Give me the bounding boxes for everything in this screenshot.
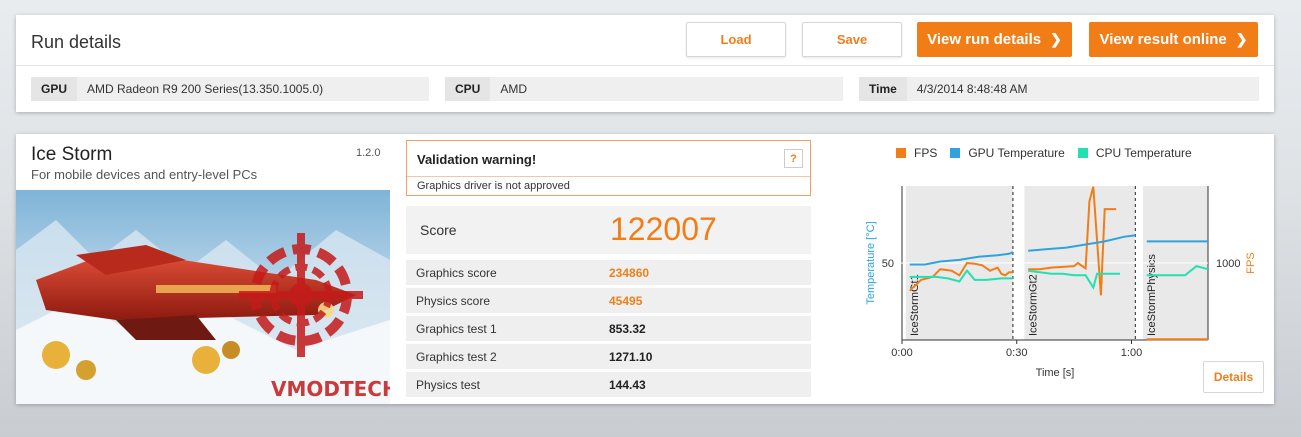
load-button[interactable]: Load (686, 22, 786, 57)
time-value: 4/3/2014 8:48:48 AM (916, 82, 1028, 96)
chart-x-tick-label: 1:00 (1121, 347, 1142, 359)
chart-x-axis-label: Time [s] (1036, 367, 1075, 379)
view-run-details-button[interactable]: View run details ❯ (917, 22, 1072, 57)
time-info: Time 4/3/2014 8:48:48 AM (859, 77, 1259, 101)
legend-item-fps: FPS (896, 146, 937, 160)
run-details-title: Run details (31, 32, 122, 52)
chevron-right-icon: ❯ (1235, 31, 1248, 47)
watermark-text: VMODTECH.COM (271, 377, 390, 401)
legend-label: CPU Temperature (1095, 146, 1192, 160)
validation-title: Validation warning! (417, 152, 537, 167)
cpu-info: CPU AMD (445, 77, 843, 101)
result-row: Physics test 144.43 (406, 372, 811, 397)
result-value: 144.43 (609, 377, 646, 392)
result-label: Physics score (416, 293, 491, 308)
validation-warning: Validation warning! ? Graphics driver is… (406, 140, 811, 196)
benchmark-artwork: VMODTECH.COM (16, 190, 390, 404)
legend-item-cpu-temp: CPU Temperature (1077, 146, 1192, 160)
result-value: 1271.10 (609, 349, 653, 364)
chart-section-label: IceStormGt2 (1027, 274, 1039, 336)
gpu-temp-swatch (950, 148, 961, 158)
score-value: 122007 (610, 211, 717, 247)
result-label: Graphics score (416, 265, 497, 280)
result-row: Physics score 45495 (406, 288, 811, 313)
result-label: Physics test (416, 377, 481, 392)
fps-swatch (896, 148, 906, 158)
chart-x-tick-label: 0:00 (891, 347, 912, 359)
result-row: Graphics test 2 1271.10 (406, 344, 811, 369)
result-label: Graphics test 2 (416, 349, 497, 364)
cpu-value: AMD (500, 82, 528, 96)
benchmark-title: Ice Storm (31, 144, 113, 165)
time-key: Time (859, 77, 907, 101)
divider (407, 176, 810, 177)
result-row: Graphics score 234860 (406, 260, 811, 285)
chart-y-right-tick-label: 1000 (1216, 258, 1240, 270)
chart-section-label: IceStormPhysics (1146, 254, 1158, 336)
chevron-right-icon: ❯ (1050, 31, 1062, 47)
result-label: Graphics test 1 (416, 321, 497, 336)
chart-y-left-axis-label: Temperature [°C] (865, 221, 877, 304)
legend-label: FPS (914, 146, 938, 160)
help-icon[interactable]: ? (784, 149, 803, 168)
gpu-key: GPU (31, 77, 78, 101)
chart-y-left-tick-label: 50 (882, 258, 894, 270)
legend-item-gpu-temp: GPU Temperature (950, 146, 1065, 160)
gpu-value: AMD Radeon R9 200 Series(13.350.1005.0) (87, 82, 324, 96)
result-value: 45495 (609, 293, 643, 308)
cpu-temp-swatch (1077, 148, 1088, 158)
view-result-online-button[interactable]: View result online ❯ (1089, 22, 1258, 57)
result-value: 234860 (609, 265, 650, 280)
benchmark-result-panel: Ice Storm 1.2.0 For mobile devices and e… (16, 134, 1274, 404)
save-button[interactable]: Save (802, 22, 902, 57)
chart-section-label: IceStormGt1 (909, 274, 921, 336)
chart-x-tick-label: 0:30 (1006, 347, 1027, 359)
view-result-online-label: View result online (1099, 31, 1227, 48)
chart-legend: FPS GPU Temperature CPU Temperature (896, 146, 1192, 160)
legend-label: GPU Temperature (968, 146, 1065, 160)
gpu-info: GPU AMD Radeon R9 200 Series(13.350.1005… (31, 77, 429, 101)
validation-message: Graphics driver is not approved (417, 180, 570, 192)
score-box: Score 122007 (406, 206, 811, 254)
chart-y-right-axis-label: FPS (1245, 252, 1257, 273)
divider (16, 65, 1274, 66)
run-details-panel: Run details Load Save View run details ❯… (16, 15, 1274, 112)
result-row: Graphics test 1 853.32 (406, 316, 811, 341)
ice-storm-artwork-image: VMODTECH.COM (16, 190, 390, 404)
result-value: 853.32 (609, 321, 646, 336)
benchmark-subtitle: For mobile devices and entry-level PCs (31, 167, 258, 182)
benchmark-version: 1.2.0 (356, 147, 381, 159)
view-run-details-label: View run details (927, 31, 1042, 48)
score-label: Score (420, 222, 457, 238)
cpu-key: CPU (445, 77, 491, 101)
details-button[interactable]: Details (1203, 361, 1264, 393)
monitoring-chart: IceStormGt1 IceStormGt2 IceStormPhysics 50 1… (865, 186, 1257, 379)
